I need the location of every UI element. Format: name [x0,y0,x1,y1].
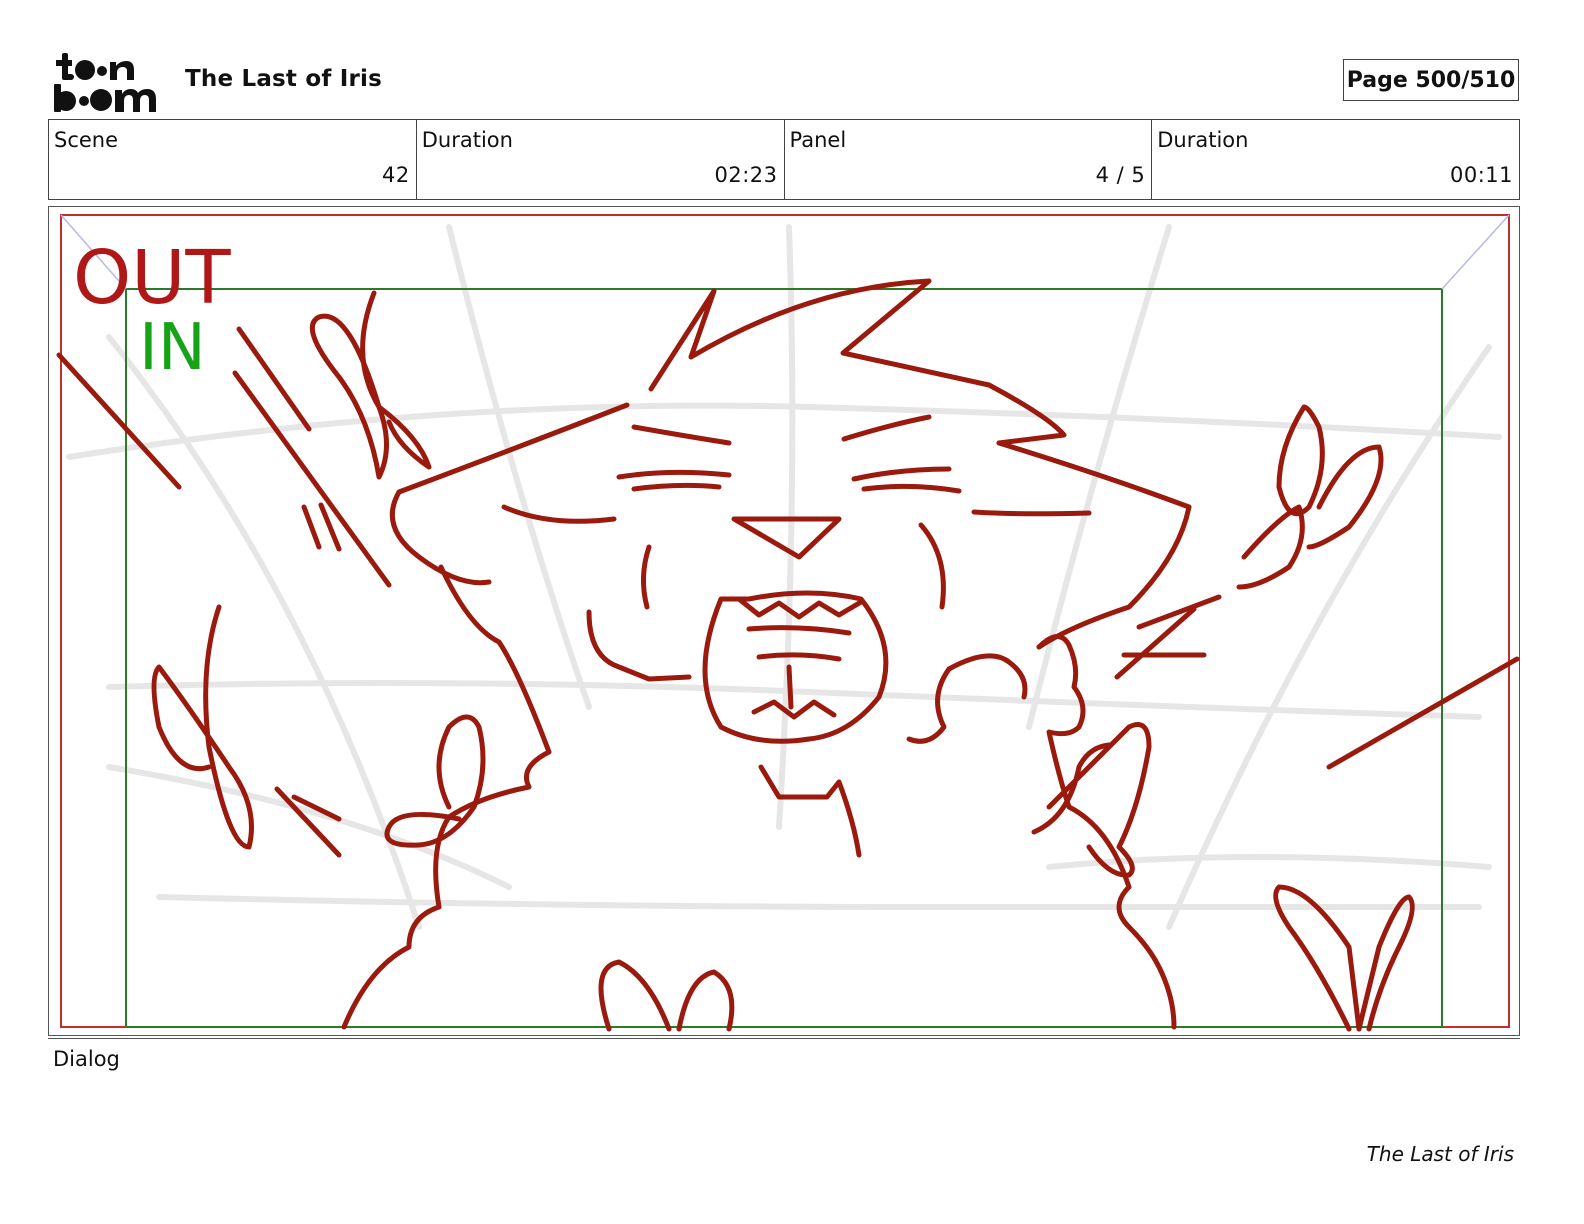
dialog-label: Dialog [53,1047,120,1071]
scene-label: Scene [54,128,119,152]
scene-value: 42 [382,163,410,187]
scene-duration-label: Duration [421,128,513,152]
panel-value: 4 / 5 [1095,163,1146,187]
storyboard-panel: OUT IN [48,206,1520,1036]
scene-info-table: Scene 42 Duration 02:23 Panel 4 / 5 Dura… [48,119,1520,200]
panel-label: Panel [789,128,847,152]
scene-duration-value: 02:23 [714,163,778,187]
panel-cell: Panel 4 / 5 [785,120,1153,199]
out-label: OUT [73,235,231,321]
panel-duration-label: Duration [1157,128,1249,152]
panel-duration-value: 00:11 [1449,163,1513,187]
panel-drawing: OUT IN [56,214,1520,1032]
footer-title: The Last of Iris [1366,1142,1514,1166]
scene-duration-cell: Duration 02:23 [417,120,785,199]
in-frame [125,288,1443,1028]
panel-duration-cell: Duration 00:11 [1152,120,1519,199]
scene-cell: Scene 42 [49,120,417,199]
project-title: The Last of Iris [185,66,383,92]
page-number: Page 500/510 [1343,59,1519,101]
dialog-divider [48,1038,1520,1039]
in-label: IN [139,311,206,385]
toon-boom-logo [54,53,156,112]
